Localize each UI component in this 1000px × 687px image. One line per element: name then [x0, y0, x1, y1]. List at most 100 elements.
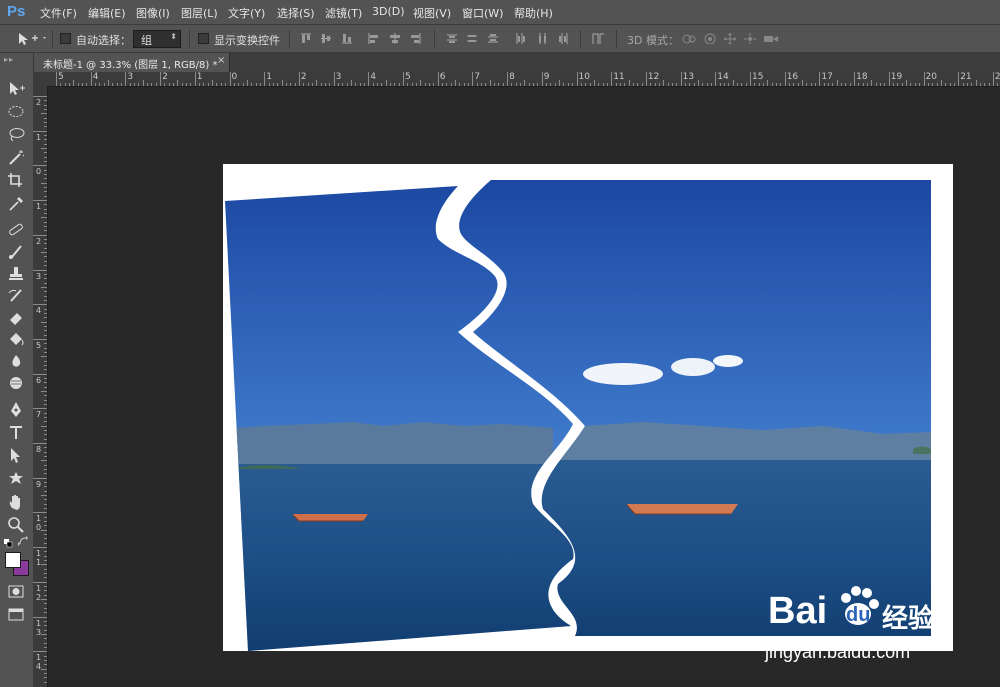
menu-3d[interactable]: 3D(D) [372, 5, 405, 18]
document-tab[interactable]: 未标题-1 @ 33.3% (图层 1, RGB/8) * × [33, 53, 230, 72]
ruler-tick [841, 83, 843, 86]
distribute-top-icon[interactable] [446, 33, 458, 44]
brush-tool[interactable] [6, 243, 26, 260]
menu-select[interactable]: 选择(S) [277, 5, 315, 21]
ruler-tick [44, 265, 47, 267]
ruler-tick [44, 351, 47, 353]
ruler-label: 7 [474, 72, 481, 82]
ruler-tick [44, 109, 47, 110]
ruler-label: 21 [960, 72, 972, 82]
menu-edit[interactable]: 编辑(E) [88, 5, 126, 21]
align-horizontal-centers-icon[interactable] [389, 33, 401, 44]
3d-pan-icon[interactable] [723, 33, 737, 44]
screen-mode-icon[interactable] [6, 606, 26, 623]
foreground-color-swatch[interactable] [5, 552, 21, 568]
ruler-tick [303, 83, 305, 86]
ruler-tick [69, 83, 70, 86]
auto-select-checkbox[interactable] [60, 33, 71, 44]
panel-grip-icon[interactable]: ▸▸ [4, 55, 14, 64]
align-vertical-centers-icon[interactable] [320, 33, 332, 44]
ruler-tick [802, 80, 804, 86]
align-left-edges-icon[interactable] [368, 33, 380, 44]
menu-file[interactable]: 文件(F) [40, 5, 77, 21]
auto-align-layers-icon[interactable] [592, 33, 604, 44]
align-top-edges-icon[interactable] [300, 33, 312, 44]
ruler-tick [220, 83, 222, 86]
menu-view[interactable]: 视图(V) [413, 5, 451, 21]
ruler-tick [385, 80, 387, 86]
crop-tool[interactable] [6, 172, 26, 189]
ruler-tick [320, 83, 322, 86]
ruler-tick [376, 83, 378, 86]
horizontal-ruler[interactable]: 5432101234567891011121314151617181920212… [51, 72, 1000, 87]
ruler-tick [160, 72, 162, 86]
lasso-tool[interactable] [6, 126, 26, 143]
align-bottom-edges-icon[interactable] [341, 33, 353, 44]
menu-window[interactable]: 窗口(W) [462, 5, 503, 21]
hand-tool[interactable] [6, 493, 26, 510]
menu-help[interactable]: 帮助(H) [514, 5, 553, 21]
auto-select-dropdown[interactable]: 组 ⬍ [133, 30, 181, 48]
3d-slide-icon[interactable] [743, 33, 757, 44]
show-transform-checkbox[interactable] [198, 33, 209, 44]
quick-mask-icon[interactable] [6, 583, 26, 600]
menu-filter[interactable]: 滤镜(T) [325, 5, 362, 21]
custom-shape-tool[interactable] [6, 470, 26, 487]
3d-scale-icon[interactable] [763, 33, 779, 44]
swap-colors-icon[interactable] [18, 536, 28, 546]
ruler-tick [567, 83, 569, 86]
align-right-edges-icon[interactable] [409, 33, 421, 44]
distribute-hcenter-icon[interactable] [537, 33, 549, 44]
menu-type[interactable]: 文字(Y) [228, 5, 265, 21]
ruler-tick [44, 178, 47, 180]
clone-stamp-tool[interactable] [6, 265, 26, 282]
move-tool[interactable] [6, 80, 26, 97]
type-tool[interactable] [6, 424, 26, 441]
ruler-tick [676, 83, 678, 86]
ruler-tick [44, 438, 47, 440]
3d-roll-icon[interactable] [703, 33, 717, 44]
dodge-tool[interactable] [6, 375, 26, 392]
ruler-tick [44, 469, 47, 471]
ruler-tick [138, 83, 140, 86]
magic-wand-tool[interactable] [6, 149, 26, 166]
ruler-tick [498, 83, 500, 86]
ruler-tick [44, 429, 47, 431]
default-colors-icon[interactable] [4, 538, 13, 548]
blur-tool[interactable] [6, 353, 26, 370]
ruler-tick [103, 83, 105, 86]
menu-image[interactable]: 图像(I) [136, 5, 170, 21]
3d-rotate-icon[interactable] [681, 33, 697, 44]
ruler-label: 4 [92, 72, 99, 82]
history-brush-tool[interactable] [6, 287, 26, 304]
eraser-tool[interactable] [6, 309, 26, 326]
distribute-vcenter-icon[interactable] [466, 33, 478, 44]
ruler-tick [33, 408, 47, 410]
eyedropper-tool[interactable] [6, 195, 26, 212]
ruler-label: 6 [439, 72, 446, 82]
marquee-tool[interactable] [6, 103, 26, 120]
close-icon[interactable]: × [217, 55, 225, 66]
ruler-tick [44, 343, 47, 345]
document-canvas[interactable] [223, 164, 953, 651]
healing-brush-tool[interactable] [6, 221, 26, 238]
ruler-tick [893, 83, 895, 86]
ruler-tick [828, 83, 830, 86]
ruler-tick [41, 148, 47, 150]
ruler-tick [203, 83, 205, 86]
ruler-origin[interactable] [33, 72, 51, 87]
zoom-tool[interactable] [6, 516, 26, 533]
vertical-ruler[interactable]: 2101234567891011121314 [33, 86, 48, 687]
path-selection-tool[interactable] [6, 447, 26, 464]
menu-layer[interactable]: 图层(L) [181, 5, 218, 21]
paint-bucket-tool[interactable] [6, 331, 26, 348]
pen-tool[interactable] [6, 401, 26, 418]
ruler-tick [815, 83, 817, 86]
distribute-right-icon[interactable] [558, 33, 570, 44]
ruler-tick [285, 83, 287, 86]
ruler-tick [44, 317, 47, 319]
ruler-tick [44, 230, 47, 232]
distribute-bottom-icon[interactable] [487, 33, 499, 44]
move-tool-preset-icon[interactable] [16, 31, 48, 47]
distribute-left-icon[interactable] [515, 33, 527, 44]
